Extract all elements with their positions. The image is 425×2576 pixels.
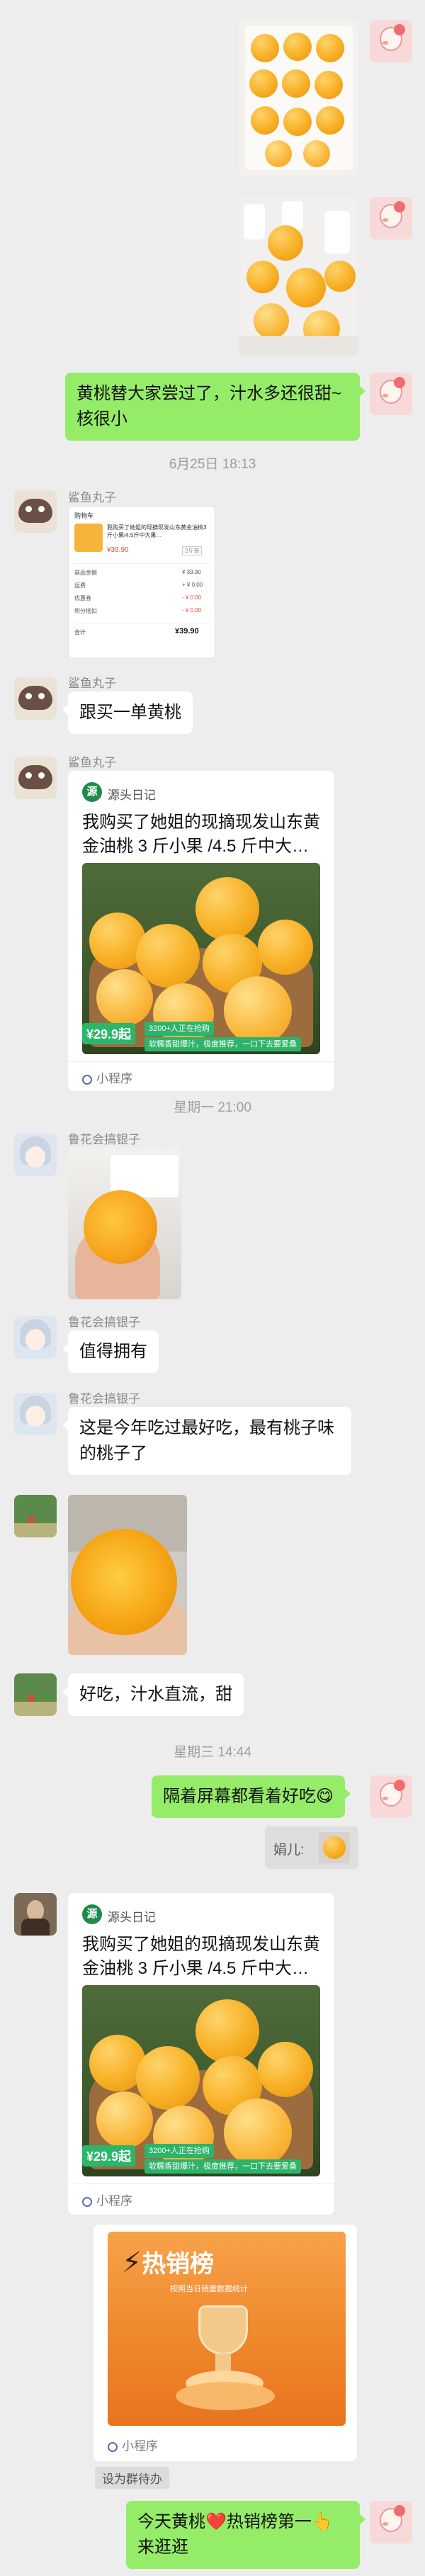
card-image: ¥29.9起 3200+人正在抢购 软糯香甜爆汁，极度推荐，一口下去要爱桑 [82, 863, 320, 1054]
self-avatar[interactable] [370, 20, 412, 62]
row-value: ¥ 39.90 [182, 569, 201, 575]
message-bubble[interactable]: 这是今年吃过最好吃，最有桃子味的桃子了 [62, 1407, 351, 1475]
mini-program-label: 小程序 [82, 1068, 132, 1086]
contact-avatar[interactable] [14, 1134, 57, 1176]
row-label: 积分抵扣 [74, 608, 97, 614]
mini-program-card[interactable]: 源 源头日记 我购买了她姐的现摘现发山东黄金油桃 3 斤小果 /4.5 斤中大…… [68, 771, 334, 1091]
message-bubble[interactable]: 跟买一单黄桃 [62, 691, 193, 734]
source-name: 源头日记 [108, 1911, 156, 1924]
mini-program-icon [82, 1074, 92, 1085]
message-bubble[interactable]: 今天黄桃❤️热销榜第一👆来逛逛 [126, 2501, 366, 2569]
contact-avatar[interactable] [14, 677, 57, 720]
sender-name: 鲨鱼丸子 [68, 491, 116, 504]
product-thumb [74, 524, 103, 552]
source-logo: 源 [82, 782, 102, 802]
contact-avatar[interactable] [14, 1393, 57, 1435]
row-label: 优惠券 [74, 595, 91, 601]
quote-thumb [319, 1832, 350, 1863]
quoted-message[interactable]: 娟儿: [265, 1826, 358, 1869]
timestamp: 星期三 14:44 [174, 1745, 251, 1760]
buyers-banner: 3200+人正在抢购 [144, 2144, 214, 2158]
self-avatar[interactable] [370, 373, 412, 415]
slogan-banner: 软糯香甜爆汁，极度推荐，一口下去要爱桑 [144, 1037, 301, 1051]
contact-avatar[interactable] [14, 1495, 57, 1537]
message-bubble[interactable]: 好吃，汁水直流，甜 [62, 1673, 244, 1716]
contact-avatar[interactable] [14, 1893, 57, 1936]
ranking-banner-image: ⚡热销榜 按照当日销量数据统计 [108, 2232, 346, 2426]
bitten-peach-photo[interactable] [68, 1148, 181, 1299]
source-logo: 源 [82, 1904, 102, 1924]
total-value: ¥39.90 [175, 627, 199, 635]
row-value: - ¥ 0.00 [182, 607, 202, 614]
row-value: + ¥ 0.00 [182, 582, 203, 588]
message-bubble[interactable]: 黄桃替大家尝过了，汁水多还很甜~核很小 [65, 373, 366, 441]
price-badge: ¥29.9起 [82, 2145, 136, 2167]
row-value: - ¥ 0.00 [182, 594, 202, 601]
mini-program-label: 小程序 [108, 2436, 158, 2453]
timestamp: 6月25日 18:13 [169, 457, 256, 472]
ranking-title: ⚡热销榜 [122, 2247, 215, 2278]
product-spec: 2斤装 [182, 546, 203, 555]
card-image: ¥29.9起 3200+人正在抢购 软糯香甜爆汁，极度推荐，一口下去要爱桑 [82, 1985, 320, 2176]
contact-avatar[interactable] [14, 1316, 57, 1359]
contact-avatar[interactable] [14, 757, 57, 799]
sender-name: 鲁花会搞银子 [68, 1133, 140, 1146]
sender-name: 鲨鱼丸子 [68, 756, 116, 769]
self-avatar[interactable] [370, 197, 412, 239]
peach-flesh-photo[interactable] [68, 1495, 187, 1655]
timestamp: 星期一 21:00 [174, 1100, 251, 1115]
message-bubble[interactable]: 隔着屏幕都看着好吃😋 [152, 1775, 351, 1818]
self-avatar[interactable] [370, 1775, 412, 1818]
order-screenshot[interactable]: 购物车 我购买了她姐的现摘现发山东黄金油桃3斤小果/4.5斤中大果… ¥39.9… [68, 506, 215, 659]
peach-box-photo-2[interactable] [239, 197, 358, 356]
card-title: 我购买了她姐的现摘现发山东黄金油桃 3 斤小果 /4.5 斤中大… [82, 813, 320, 856]
product-price: ¥39.90 [107, 546, 129, 554]
sender-name: 鲁花会搞银子 [68, 1392, 140, 1406]
quote-sender: 娟儿: [273, 1843, 305, 1858]
contact-avatar[interactable] [14, 1673, 57, 1716]
mini-program-icon [82, 2196, 92, 2207]
total-label: 合计 [74, 629, 86, 635]
message-bubble[interactable]: 值得拥有 [62, 1331, 159, 1373]
mini-program-card[interactable]: 源 源头日记 我购买了她姐的现摘现发山东黄金油桃 3 斤小果 /4.5 斤中大…… [68, 1893, 334, 2215]
screenshot-header: 购物车 [74, 512, 94, 519]
slogan-banner: 软糯香甜爆汁，极度推荐，一口下去要爱桑 [144, 2159, 301, 2174]
sender-name: 鲁花会搞银子 [68, 1316, 140, 1329]
product-name: 我购买了她姐的现摘现发山东黄金油桃3斤小果/4.5斤中大果… [107, 524, 207, 538]
sender-name: 鲨鱼丸子 [68, 677, 116, 690]
mini-program-label: 小程序 [82, 2191, 132, 2208]
buyers-banner: 3200+人正在抢购 [144, 1022, 214, 1036]
price-badge: ¥29.9起 [82, 1023, 136, 1044]
ranking-subtitle: 按照当日销量数据统计 [170, 2285, 248, 2293]
mini-program-icon [108, 2441, 118, 2452]
contact-avatar[interactable] [14, 490, 57, 533]
self-avatar[interactable] [370, 2501, 412, 2543]
ranking-mini-program-card[interactable]: ⚡热销榜 按照当日销量数据统计 小程序 [94, 2225, 357, 2461]
row-label: 商品金额 [74, 570, 97, 576]
row-label: 运费 [74, 582, 86, 589]
set-as-group-todo[interactable]: 设为群待办 [95, 2467, 169, 2489]
source-name: 源头日记 [108, 789, 156, 802]
trophy-icon [198, 2305, 248, 2355]
card-title: 我购买了她姐的现摘现发山东黄金油桃 3 斤小果 /4.5 斤中大… [82, 1935, 320, 1978]
peach-box-photo-1[interactable] [239, 20, 358, 176]
